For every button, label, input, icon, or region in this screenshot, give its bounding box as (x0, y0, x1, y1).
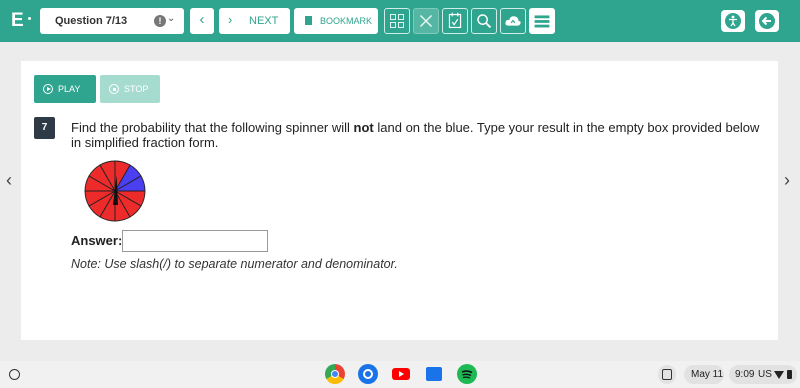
bookmark-button[interactable]: BOOKMARK (294, 8, 378, 34)
cloud-upload-icon (505, 16, 521, 26)
next-label: NEXT (249, 15, 279, 27)
clipboard-tray-button[interactable] (658, 365, 676, 384)
stop-label: STOP (124, 84, 149, 94)
eliminate-button[interactable] (413, 8, 439, 34)
logo-dot (28, 17, 31, 20)
youtube-icon[interactable] (391, 364, 411, 384)
close-icon (419, 14, 433, 28)
launcher-icon[interactable] (9, 369, 20, 380)
os-shelf: May 11 9:09 US (0, 361, 800, 388)
accessibility-button[interactable] (721, 10, 745, 32)
stop-button[interactable]: STOP (100, 75, 160, 103)
exit-button[interactable] (755, 10, 779, 32)
files-icon[interactable] (424, 364, 444, 384)
play-button[interactable]: PLAY (34, 75, 96, 103)
camera-icon[interactable] (358, 364, 378, 384)
bookmark-label: BOOKMARK (320, 16, 373, 26)
spinner-image (84, 160, 146, 222)
chevron-down-icon: ⌄ (167, 13, 176, 24)
question-select[interactable]: Question 7/13 ! ⌄ (40, 8, 184, 34)
app-logo: E (11, 10, 24, 31)
answer-input[interactable] (122, 230, 268, 252)
previous-button[interactable]: ‹ (190, 8, 214, 34)
date-label: May 11 (691, 369, 724, 380)
play-label: PLAY (58, 84, 81, 94)
top-toolbar: E Question 7/13 ! ⌄ ‹ › NEXT BOOKMARK (0, 0, 800, 42)
next-button[interactable]: › NEXT (219, 8, 290, 34)
grid-icon (390, 14, 396, 20)
status-tray[interactable]: 9:09 US (729, 365, 797, 384)
date-tray[interactable]: May 11 (684, 365, 724, 384)
save-button[interactable] (500, 8, 526, 34)
wifi-icon (774, 371, 784, 379)
question-text-part: Find the probability that the following … (71, 120, 354, 135)
answer-note: Note: Use slash(/) to separate numerator… (71, 257, 398, 271)
play-icon (43, 84, 53, 94)
clipboard-icon (662, 369, 672, 380)
battery-icon (787, 370, 792, 379)
time-label: 9:09 (735, 369, 755, 380)
question-card: PLAY STOP 7 Find the probability that th… (21, 61, 778, 340)
question-select-label: Question 7/13 (55, 15, 128, 27)
menu-icon (534, 15, 550, 28)
accessibility-icon (725, 13, 741, 29)
spotify-icon[interactable] (457, 364, 477, 384)
stop-icon (109, 84, 119, 94)
chrome-icon[interactable] (325, 364, 345, 384)
question-number: 7 (34, 117, 55, 139)
search-icon (477, 14, 492, 29)
question-text-emphasis: not (353, 120, 374, 135)
locale-label: US (758, 369, 772, 380)
question-text: Find the probability that the following … (71, 120, 761, 150)
grid-view-button[interactable] (384, 8, 410, 34)
answer-label: Answer: (71, 233, 123, 248)
notepad-button[interactable] (442, 8, 468, 34)
info-icon: ! (154, 15, 166, 27)
previous-page-arrow-icon[interactable]: ‹ (6, 170, 12, 191)
notepad-icon (448, 12, 462, 29)
menu-button[interactable] (529, 8, 555, 34)
zoom-button[interactable] (471, 8, 497, 34)
chevron-right-icon: › (228, 12, 233, 27)
next-page-arrow-icon[interactable]: › (784, 170, 790, 191)
back-arrow-icon (759, 13, 775, 29)
bookmark-icon (305, 16, 312, 25)
